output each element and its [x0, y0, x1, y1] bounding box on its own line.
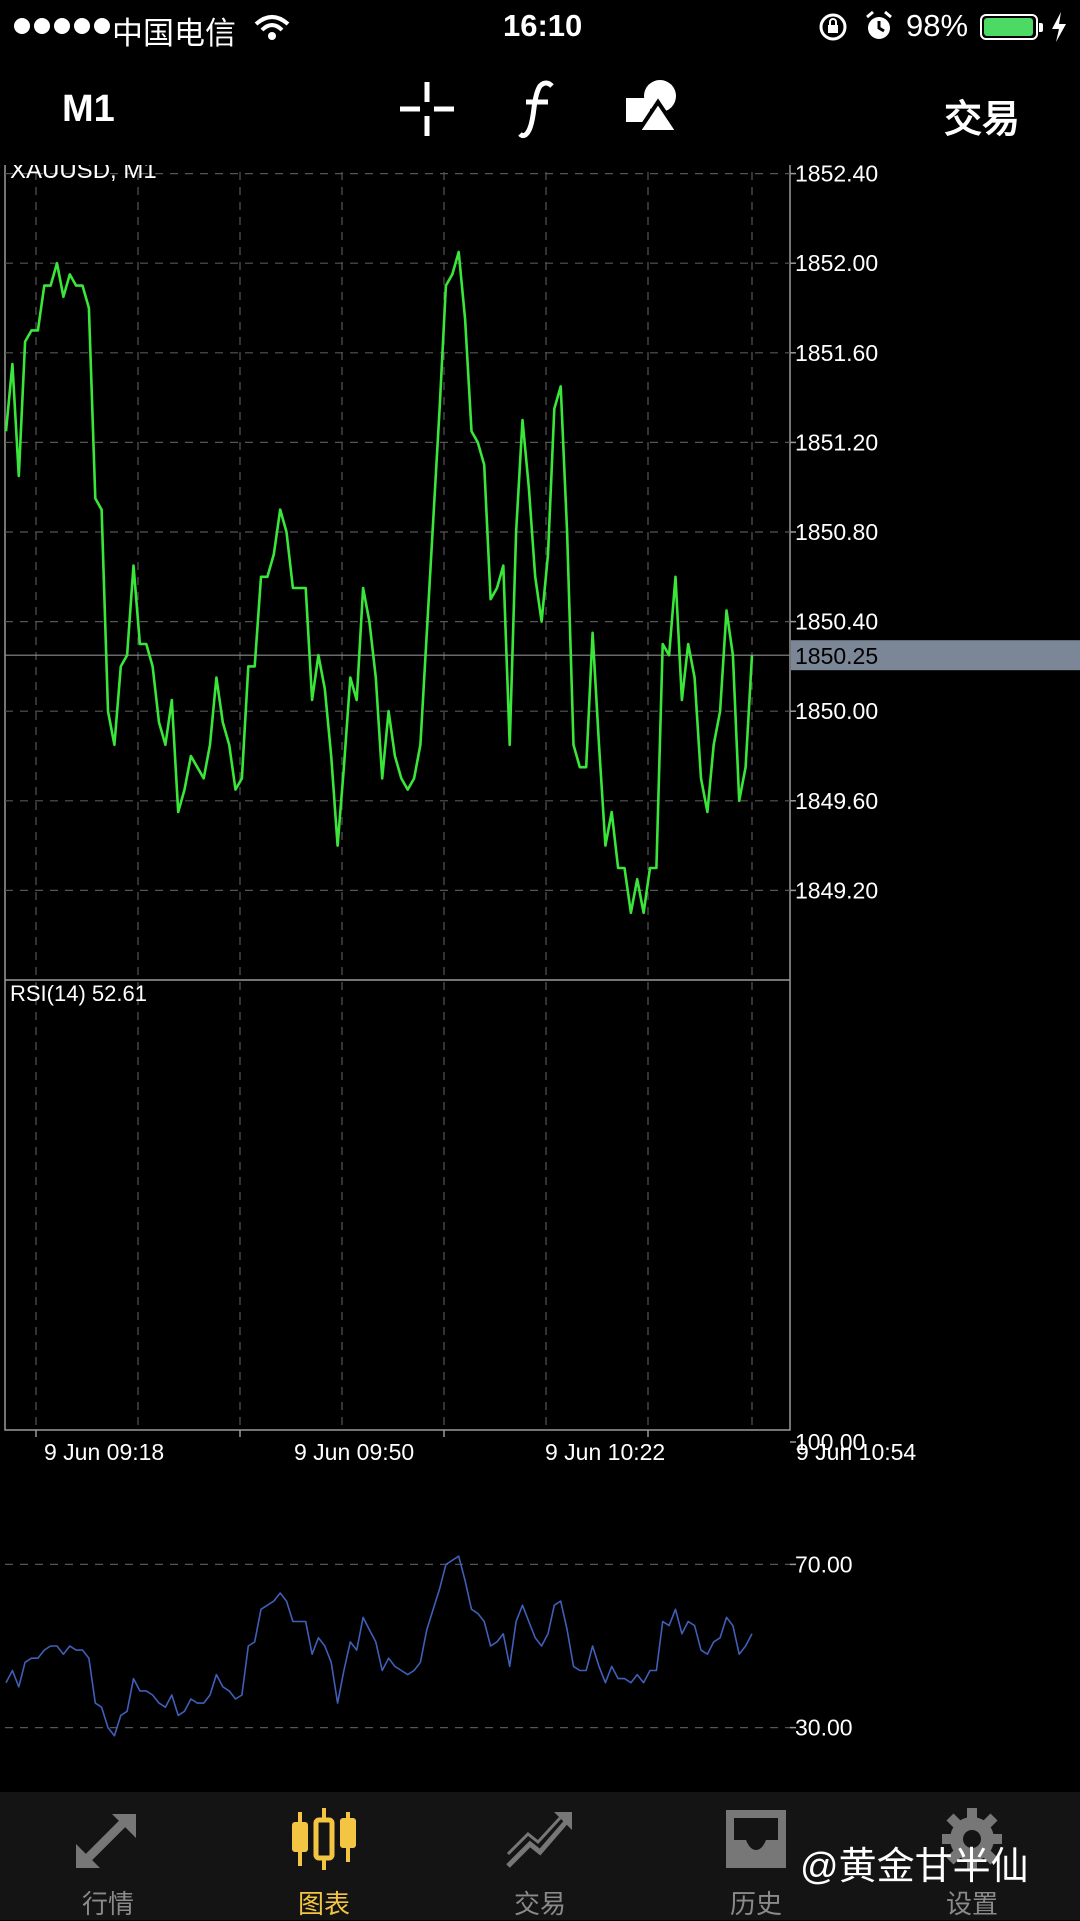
- timeframe-button[interactable]: M1: [62, 88, 115, 131]
- candlestick-chart-icon: [292, 1808, 356, 1870]
- objects-icon[interactable]: [624, 78, 680, 134]
- nav-item-quotes[interactable]: 行情: [0, 1792, 216, 1920]
- wifi-icon: [254, 15, 290, 40]
- history-inbox-icon: [726, 1810, 786, 1868]
- rsi-series-line: [5, 1555, 753, 1737]
- price-tick-label: 1850.40: [795, 609, 878, 635]
- watermark-text: @黄金甘半仙: [800, 1846, 1029, 1888]
- rsi-tick-label: 30.00: [795, 1715, 853, 1741]
- battery-percent: 98%: [906, 8, 969, 43]
- price-tick-label: 1849.20: [795, 877, 878, 903]
- battery-icon: [980, 14, 1043, 40]
- nav-item-trade[interactable]: 交易: [432, 1792, 648, 1920]
- signal-dots: [14, 18, 110, 34]
- function-icon[interactable]: [518, 78, 558, 140]
- chart-toolbar: M1 交易: [0, 60, 1080, 165]
- price-tick-label: 1851.20: [795, 429, 878, 455]
- time-tick-label: 9 Jun 09:50: [294, 1439, 414, 1465]
- chart-symbol-title: XAUUSD, M1: [10, 165, 157, 184]
- price-tick-label: 1850.00: [795, 698, 878, 724]
- nav-label: 图表: [297, 1889, 350, 1919]
- quotes-arrows-icon: [76, 1814, 136, 1868]
- time-tick-label: 9 Jun 10:54: [796, 1439, 916, 1465]
- rsi-tick-label: 70.00: [795, 1551, 853, 1577]
- alarm-icon: [866, 10, 892, 39]
- chart-frame: [4, 165, 791, 1431]
- nav-label: 交易: [513, 1889, 566, 1919]
- charging-bolt-icon: [1052, 12, 1066, 42]
- carrier-name: 中国电信: [112, 16, 236, 51]
- time-tick-label: 9 Jun 10:22: [545, 1439, 665, 1465]
- status-bar: 中国电信 16:10 98%: [0, 0, 1080, 56]
- rotation-lock-icon: [819, 13, 847, 41]
- price-tick-label: 1851.60: [795, 340, 878, 366]
- crosshair-icon[interactable]: [398, 80, 456, 138]
- clock-time: 16:10: [503, 8, 583, 43]
- price-tick-label: 1852.40: [795, 165, 878, 187]
- price-tick-label: 1850.80: [795, 519, 878, 545]
- price-tick-label: 1852.00: [795, 250, 878, 276]
- time-tick-label: 9 Jun 09:18: [44, 1439, 164, 1465]
- nav-label: 行情: [81, 1889, 134, 1919]
- price-tick-label: 1849.60: [795, 788, 878, 814]
- trade-trend-icon: [506, 1812, 572, 1868]
- current-price-label: 1850.25: [795, 643, 878, 669]
- price-chart[interactable]: 1852.40 1852.00 1851.60 1851.20 1850.80 1850.…: [0, 165, 1080, 1760]
- rsi-indicator-title: RSI(14) 52.61: [10, 981, 147, 1006]
- trade-button[interactable]: 交易: [944, 88, 1020, 143]
- price-series-line: [4, 250, 754, 915]
- nav-item-chart[interactable]: 图表: [216, 1792, 432, 1920]
